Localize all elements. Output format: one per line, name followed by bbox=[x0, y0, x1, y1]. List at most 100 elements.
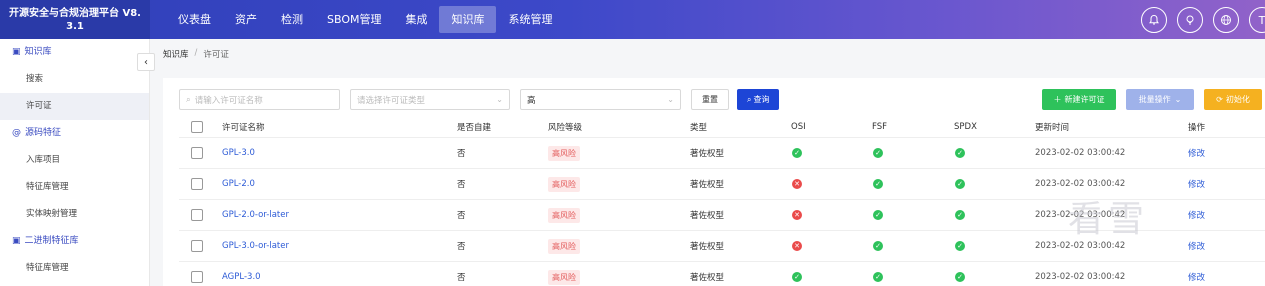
sidebar-item-imported-projects[interactable]: 入库项目 bbox=[0, 147, 149, 174]
check-circle-icon: ✓ bbox=[873, 210, 883, 220]
risk-badge: 高风险 bbox=[548, 269, 580, 285]
table-row: AGPL-3.0 否 高风险 著佐权型 ✓ ✓ ✓ 2023-02-02 03:00:42 修改 bbox=[179, 262, 1265, 286]
sidebar-group-label: 知识库 bbox=[24, 47, 52, 57]
sidebar: ▣ 知识库 搜索 许可证 @ 源码特征 入库项目 特征库管理 实体映射管理 ▣ … bbox=[0, 39, 150, 286]
check-circle-icon: ✓ bbox=[955, 210, 965, 220]
nav-dashboard[interactable]: 仪表盘 bbox=[166, 0, 223, 39]
book-icon: ▣ bbox=[12, 47, 21, 57]
type-value: 著佐权型 bbox=[690, 149, 725, 159]
risk-level-select[interactable]: 高 ⌄ bbox=[520, 89, 681, 110]
header-license-name: 许可证名称 bbox=[222, 122, 265, 133]
nav-sbom[interactable]: SBOM管理 bbox=[315, 0, 393, 39]
header-update-time: 更新时间 bbox=[1035, 122, 1070, 133]
nav-system[interactable]: 系统管理 bbox=[496, 0, 564, 39]
license-name-link[interactable]: AGPL-3.0 bbox=[222, 262, 261, 286]
bell-icon[interactable] bbox=[1141, 7, 1167, 33]
user-avatar[interactable]: T bbox=[1249, 7, 1265, 33]
risk-badge: 高风险 bbox=[548, 176, 580, 192]
edit-link[interactable]: 修改 bbox=[1188, 231, 1205, 261]
query-button[interactable]: ⌕ 查询 bbox=[737, 89, 780, 110]
risk-badge: 高风险 bbox=[548, 145, 580, 161]
brand-title-line2: 3.1 bbox=[66, 20, 84, 32]
edit-link[interactable]: 修改 bbox=[1188, 200, 1205, 230]
globe-icon[interactable] bbox=[1213, 7, 1239, 33]
sidebar-item-feature-library[interactable]: 特征库管理 bbox=[0, 174, 149, 201]
binary-icon: ▣ bbox=[12, 236, 21, 246]
top-nav-bar: 开源安全与合规治理平台 V8. 3.1 仪表盘 资产 检测 SBOM管理 集成 … bbox=[0, 0, 1265, 39]
row-checkbox[interactable] bbox=[191, 147, 203, 159]
top-icons: T bbox=[1141, 7, 1265, 33]
license-type-select[interactable]: 请选择许可证类型 ⌄ bbox=[350, 89, 510, 110]
type-value: 著佐权型 bbox=[690, 180, 725, 190]
check-circle-icon: ✓ bbox=[955, 179, 965, 189]
risk-badge: 高风险 bbox=[548, 207, 580, 223]
header-fsf: FSF bbox=[872, 121, 888, 132]
table-row: GPL-3.0 否 高风险 著佐权型 ✓ ✓ ✓ 2023-02-02 03:00:42 修改 bbox=[179, 138, 1265, 169]
type-value: 著佐权型 bbox=[690, 273, 725, 283]
header-type: 类型 bbox=[690, 122, 708, 133]
row-checkbox[interactable] bbox=[191, 240, 203, 252]
sidebar-item-search[interactable]: 搜索 bbox=[0, 66, 149, 93]
type-value: 著佐权型 bbox=[690, 242, 725, 252]
table-header: 许可证名称 是否自建 风险等级 类型 OSI FSF SPDX 更新时间 操作 bbox=[179, 116, 1265, 138]
risk-level-value: 高 bbox=[527, 95, 536, 106]
edit-link[interactable]: 修改 bbox=[1188, 138, 1205, 168]
x-circle-icon: ✕ bbox=[792, 241, 802, 251]
breadcrumb-separator: / bbox=[194, 48, 198, 58]
initialize-button[interactable]: ⟳ 初始化 bbox=[1204, 89, 1262, 110]
chevron-down-icon: ⌄ bbox=[496, 95, 503, 104]
row-checkbox[interactable] bbox=[191, 178, 203, 190]
custom-value: 否 bbox=[457, 273, 466, 283]
license-name-link[interactable]: GPL-3.0 bbox=[222, 138, 255, 168]
breadcrumb-root[interactable]: 知识库 bbox=[163, 48, 189, 60]
query-button-label: 查询 bbox=[753, 95, 770, 104]
header-risk: 风险等级 bbox=[548, 122, 583, 133]
edit-link[interactable]: 修改 bbox=[1188, 262, 1205, 286]
license-type-placeholder: 请选择许可证类型 bbox=[357, 95, 426, 106]
sidebar-group-source-features[interactable]: @ 源码特征 bbox=[0, 120, 149, 147]
license-name-link[interactable]: GPL-2.0-or-later bbox=[222, 200, 289, 230]
license-name-input[interactable]: ⌕ 请输入许可证名称 bbox=[179, 89, 340, 110]
sidebar-item-binary-library[interactable]: 特征库管理 bbox=[0, 255, 149, 282]
content-panel: ⌕ 请输入许可证名称 请选择许可证类型 ⌄ 高 ⌄ 重置 ⌕ 查询 ＋ 新建许可… bbox=[163, 78, 1265, 286]
update-time: 2023-02-02 03:00:42 bbox=[1035, 272, 1126, 282]
license-name-link[interactable]: GPL-2.0 bbox=[222, 169, 255, 199]
nav-assets[interactable]: 资产 bbox=[223, 0, 269, 39]
header-actions: 操作 bbox=[1188, 122, 1206, 133]
license-name-placeholder: 请输入许可证名称 bbox=[194, 95, 263, 106]
check-circle-icon: ✓ bbox=[955, 148, 965, 158]
check-circle-icon: ✓ bbox=[955, 241, 965, 251]
reset-button[interactable]: 重置 bbox=[691, 89, 729, 110]
nav-detection[interactable]: 检测 bbox=[269, 0, 315, 39]
sidebar-group-label: 源码特征 bbox=[25, 128, 62, 138]
row-checkbox[interactable] bbox=[191, 209, 203, 221]
edit-link[interactable]: 修改 bbox=[1188, 169, 1205, 199]
plus-icon: ＋ bbox=[1053, 95, 1062, 104]
at-icon: @ bbox=[12, 128, 21, 138]
row-checkbox[interactable] bbox=[191, 271, 203, 283]
initialize-label: 初始化 bbox=[1225, 95, 1250, 104]
sidebar-group-knowledge-base[interactable]: ▣ 知识库 bbox=[0, 39, 149, 66]
action-buttons: ＋ 新建许可证 批量操作 ⌄ ⟳ 初始化 bbox=[1042, 89, 1262, 110]
sidebar-item-license[interactable]: 许可证 bbox=[0, 93, 149, 120]
nav-integration[interactable]: 集成 bbox=[393, 0, 439, 39]
batch-operations-button[interactable]: 批量操作 ⌄ bbox=[1126, 89, 1194, 110]
search-icon: ⌕ bbox=[747, 94, 752, 104]
custom-value: 否 bbox=[457, 180, 466, 190]
batch-operations-label: 批量操作 bbox=[1138, 95, 1171, 104]
lightbulb-icon[interactable] bbox=[1177, 7, 1203, 33]
nav-knowledge-base[interactable]: 知识库 bbox=[439, 6, 497, 33]
sidebar-item-entity-mapping[interactable]: 实体映射管理 bbox=[0, 201, 149, 228]
sidebar-collapse-button[interactable]: ‹ bbox=[137, 53, 155, 71]
new-license-button[interactable]: ＋ 新建许可证 bbox=[1042, 89, 1116, 110]
brand-title[interactable]: 开源安全与合规治理平台 V8. 3.1 bbox=[0, 0, 150, 39]
type-value: 著佐权型 bbox=[690, 211, 725, 221]
chevron-left-icon: ‹ bbox=[144, 56, 148, 68]
check-circle-icon: ✓ bbox=[873, 179, 883, 189]
select-all-checkbox[interactable] bbox=[191, 120, 203, 133]
license-name-link[interactable]: GPL-3.0-or-later bbox=[222, 231, 289, 261]
new-license-label: 新建许可证 bbox=[1064, 95, 1105, 104]
check-circle-icon: ✓ bbox=[873, 272, 883, 282]
sidebar-group-binary-features[interactable]: ▣ 二进制特征库 bbox=[0, 228, 149, 255]
breadcrumb-current: 许可证 bbox=[203, 50, 229, 60]
